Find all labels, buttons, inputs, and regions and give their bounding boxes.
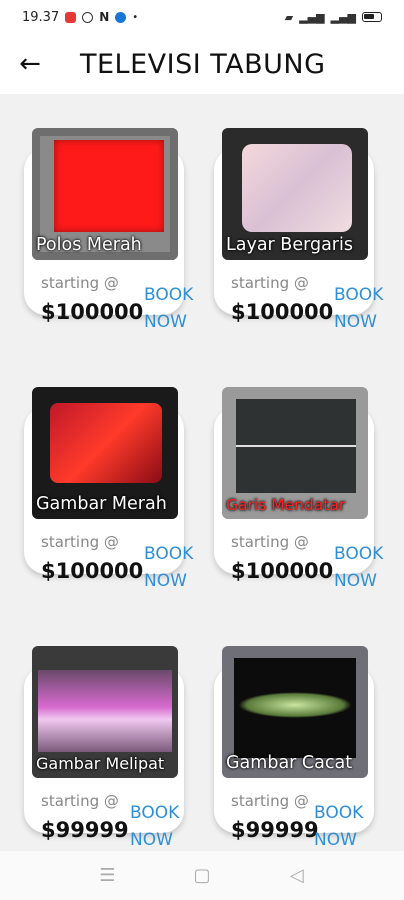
book-now-button[interactable]: BOOK NOW <box>314 800 363 851</box>
product-image: Gambar Melipat <box>32 646 178 778</box>
book-now-button[interactable]: BOOK NOW <box>334 541 383 595</box>
price-text: $100000 <box>231 559 334 583</box>
price-text: $100000 <box>231 300 334 324</box>
starting-text: starting @ <box>41 792 119 810</box>
price-text: $99999 <box>41 818 129 842</box>
product-card-garis-mendatar[interactable]: Garis Mendatar starting @ $100000 BOOK N… <box>214 353 383 591</box>
book-now-button[interactable]: BOOK NOW <box>144 282 193 336</box>
dot-icon: • <box>132 11 139 23</box>
back-button[interactable]: ← <box>0 34 60 94</box>
product-card-gambar-cacat[interactable]: Gambar Cacat starting @ $99999 BOOK NOW <box>214 612 374 850</box>
back-triangle-icon: ◁ <box>289 865 304 886</box>
product-grid[interactable]: Polos Merah starting @ $100000 BOOK NOW … <box>0 94 404 851</box>
product-label: Polos Merah <box>36 235 142 255</box>
location-icon <box>82 11 94 23</box>
system-nav-bar: ☰ ▢ ◁ <box>0 851 404 900</box>
product-card-layar-bergaris[interactable]: Layar Bergaris starting @ $100000 BOOK N… <box>214 94 383 332</box>
price-text: $100000 <box>41 559 144 583</box>
product-image: Gambar Cacat <box>222 646 368 778</box>
product-card-polos-merah[interactable]: Polos Merah starting @ $100000 BOOK NOW <box>24 94 193 332</box>
app-bar: ← TELEVISI TABUNG <box>0 34 404 94</box>
price-text: $100000 <box>41 300 144 324</box>
battery-icon <box>362 12 382 22</box>
product-label: Gambar Melipat <box>36 754 165 773</box>
page-title: TELEVISI TABUNG <box>80 48 326 80</box>
starting-text: starting @ <box>231 274 309 292</box>
book-now-button[interactable]: BOOK NOW <box>130 800 179 851</box>
book-now-button[interactable]: BOOK NOW <box>144 541 193 595</box>
starting-text: starting @ <box>41 533 119 551</box>
book-now-button[interactable]: BOOK NOW <box>334 282 383 336</box>
menu-icon: ☰ <box>99 865 116 886</box>
back-nav-button[interactable]: ◁ <box>277 856 317 896</box>
status-left: 19.37 N • <box>22 10 138 25</box>
product-card-gambar-melipat[interactable]: Gambar Melipat starting @ $99999 BOOK NO… <box>24 612 184 850</box>
product-label: Gambar Cacat <box>226 753 353 773</box>
status-right: ▰ ▂▄▆ ▂▄▆ <box>285 11 382 24</box>
app-icon <box>115 11 127 23</box>
product-image: Polos Merah <box>32 128 178 260</box>
wifi-icon: ▰ <box>284 10 294 24</box>
product-image: Gambar Merah <box>32 387 178 519</box>
product-image: Garis Mendatar <box>222 387 368 519</box>
product-image: Layar Bergaris <box>222 128 368 260</box>
starting-text: starting @ <box>41 274 119 292</box>
status-time: 19.37 <box>22 9 60 25</box>
arrow-left-icon: ← <box>19 49 41 79</box>
home-square-icon: ▢ <box>193 865 211 886</box>
price-text: $99999 <box>231 818 319 842</box>
notification-red-icon <box>65 11 77 23</box>
starting-text: starting @ <box>231 792 309 810</box>
product-label: Layar Bergaris <box>226 235 353 255</box>
product-label: Gambar Merah <box>36 494 167 514</box>
product-label: Garis Mendatar <box>226 496 346 514</box>
starting-text: starting @ <box>231 533 309 551</box>
home-button[interactable]: ▢ <box>182 856 222 896</box>
signal-icon: ▂▄▆ <box>299 10 325 24</box>
netflix-icon: N <box>99 10 110 24</box>
signal-icon-2: ▂▄▆ <box>330 10 356 24</box>
product-card-gambar-merah[interactable]: Gambar Merah starting @ $100000 BOOK NOW <box>24 353 193 591</box>
status-bar: 19.37 N • ▰ ▂▄▆ ▂▄▆ <box>0 0 404 34</box>
menu-button[interactable]: ☰ <box>87 856 127 896</box>
